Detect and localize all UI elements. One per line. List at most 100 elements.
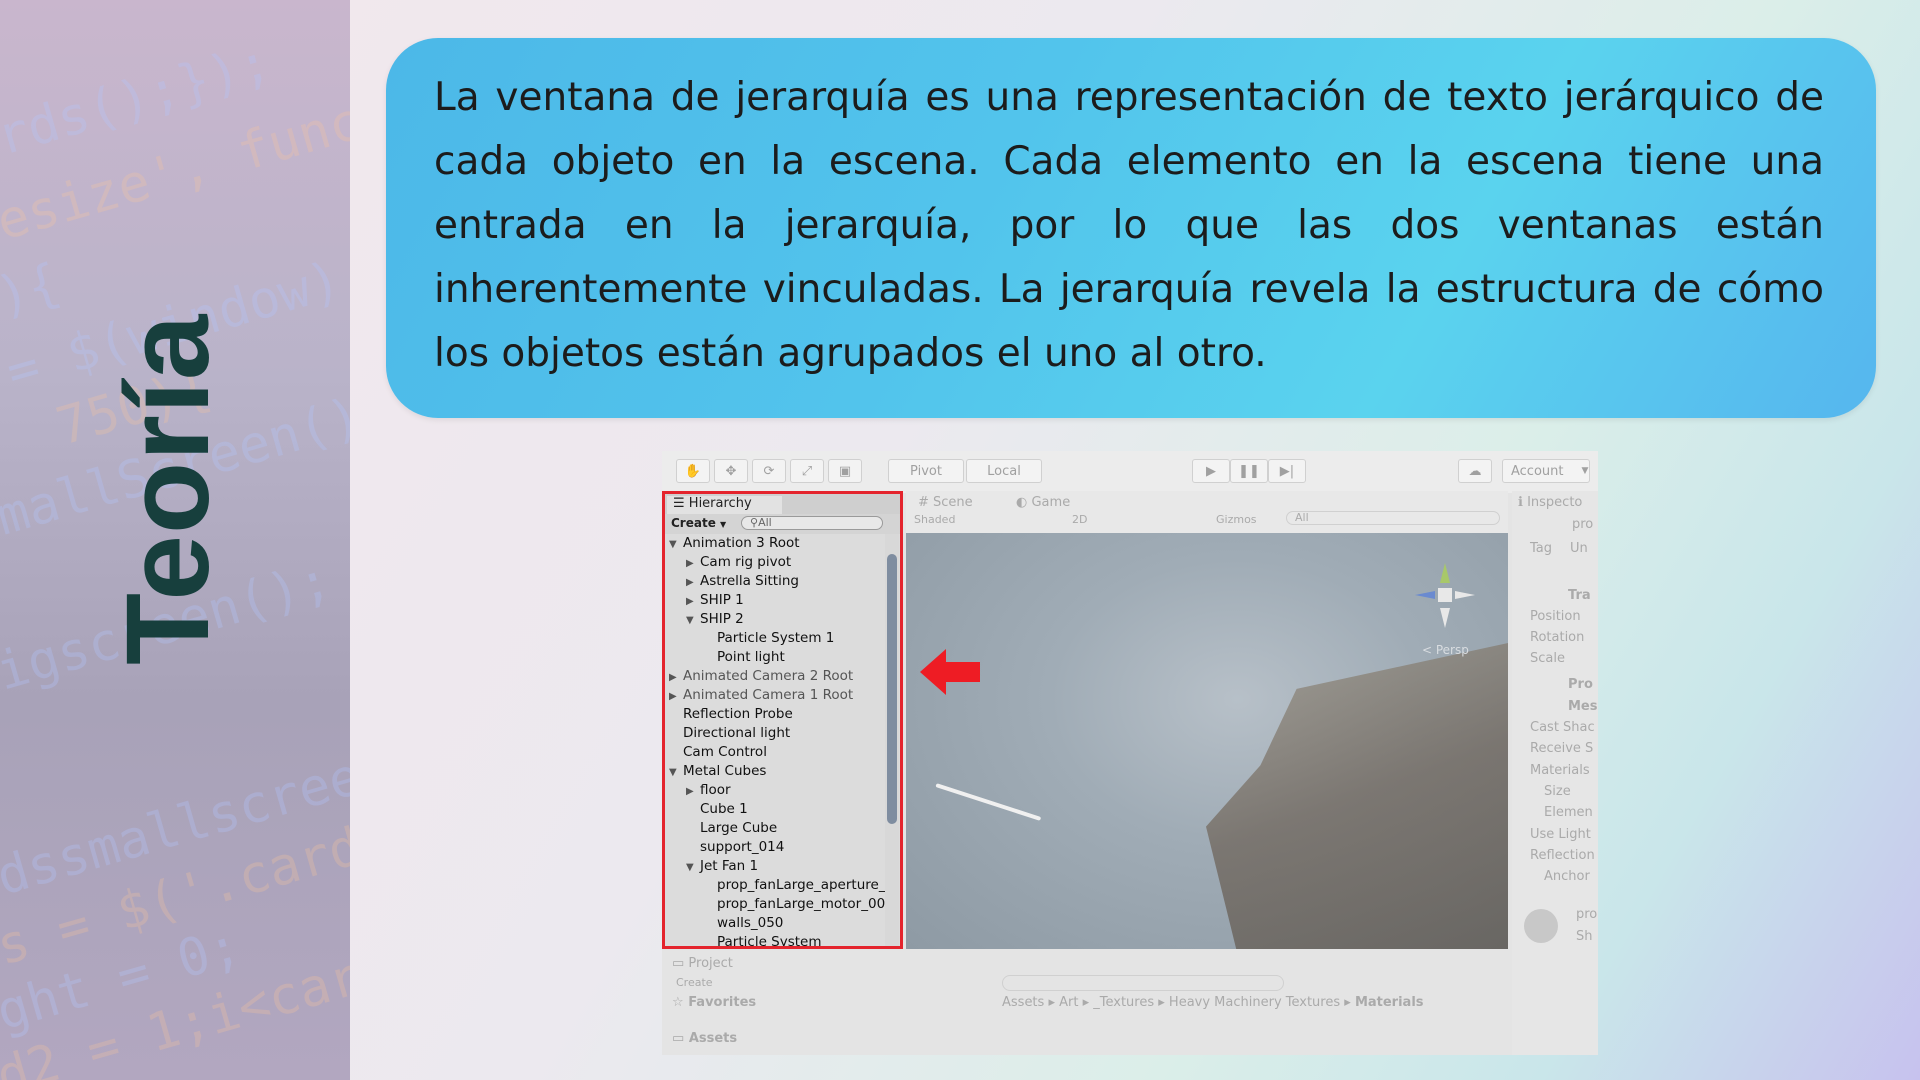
red-arrow-icon (920, 649, 980, 695)
hierarchy-item[interactable]: walls_050 (703, 914, 783, 933)
2d-toggle[interactable]: 2D (1072, 513, 1087, 526)
collapsed-arrow-icon[interactable]: ▶ (669, 687, 683, 706)
assets-item[interactable]: ▭ Assets (672, 1031, 737, 1046)
project-search-input[interactable] (1002, 975, 1284, 991)
move-icon: ✥ (725, 463, 737, 479)
collapsed-arrow-icon[interactable]: ▶ (686, 592, 700, 611)
tag-dropdown[interactable]: Un (1570, 541, 1588, 556)
hierarchy-item[interactable]: ▼ Jet Fan 1 (686, 857, 758, 876)
gizmos-dropdown[interactable]: Gizmos (1216, 513, 1257, 526)
hierarchy-item[interactable]: ▼ SHIP 2 (686, 610, 744, 629)
material-preview-sphere (1524, 909, 1558, 943)
expanded-arrow-icon[interactable]: ▼ (686, 611, 700, 630)
project-create-dropdown[interactable]: Create (676, 976, 713, 989)
materials-label[interactable]: Materials (1530, 763, 1590, 778)
hierarchy-item[interactable]: ▶ Animated Camera 1 Root (669, 686, 853, 705)
hierarchy-item-label: Animated Camera 2 Root (683, 668, 854, 684)
hierarchy-tree: ▼ Animation 3 Root ▶ Cam rig pivot ▶ Astrella… (665, 534, 885, 946)
rotate-tool-button[interactable]: ⟳ (752, 459, 786, 483)
scale-label: Scale (1530, 651, 1565, 666)
hierarchy-item[interactable]: ▼ Metal Cubes (669, 762, 766, 781)
hand-tool-button[interactable]: ✋ (676, 459, 710, 483)
move-tool-button[interactable]: ✥ (714, 459, 748, 483)
breadcrumb-item[interactable]: Art (1059, 995, 1078, 1010)
hierarchy-item[interactable]: ▶ Astrella Sitting (686, 572, 799, 591)
rotate-icon: ⟳ (763, 463, 775, 479)
hierarchy-item[interactable]: prop_fanLarge_aperture_ (703, 876, 885, 895)
grid-icon: # (918, 495, 934, 510)
cloud-icon: ☁ (1468, 463, 1482, 479)
hierarchy-item[interactable]: Particle System (703, 933, 822, 946)
breadcrumb-item[interactable]: Materials (1355, 995, 1424, 1010)
create-dropdown[interactable]: Create ▼ (671, 516, 726, 530)
step-icon: ▶| (1279, 463, 1295, 479)
scene-search-input[interactable]: All (1286, 511, 1500, 525)
perspective-label[interactable]: < Persp (1422, 643, 1469, 657)
shading-mode-dropdown[interactable]: Shaded (914, 513, 955, 526)
position-label: Position (1530, 609, 1581, 624)
hierarchy-item[interactable]: Directional light (669, 724, 790, 743)
pivot-button[interactable]: Pivot (888, 459, 964, 483)
collapsed-arrow-icon[interactable]: ▶ (686, 573, 700, 592)
object-name-field[interactable]: pro (1572, 517, 1593, 532)
collapsed-arrow-icon[interactable]: ▶ (669, 668, 683, 687)
account-dropdown[interactable]: Account ▼ (1502, 459, 1590, 483)
breadcrumb-item[interactable]: _Textures (1093, 995, 1154, 1010)
hierarchy-item[interactable]: ▶ floor (686, 781, 731, 800)
hierarchy-item-label: SHIP 2 (700, 611, 744, 627)
hierarchy-item-label: Cam rig pivot (700, 554, 792, 570)
collapsed-arrow-icon[interactable]: ▶ (686, 554, 700, 573)
hierarchy-item[interactable]: ▶ SHIP 1 (686, 591, 744, 610)
hierarchy-item[interactable]: support_014 (686, 838, 784, 857)
hierarchy-item[interactable]: ▶ Animated Camera 2 Root (669, 667, 853, 686)
hierarchy-item[interactable]: ▶ Cam rig pivot (686, 553, 791, 572)
hierarchy-item-label: SHIP 1 (700, 592, 744, 608)
hierarchy-item-label: Point light (717, 649, 785, 665)
inspector-tab[interactable]: ℹ Inspecto (1518, 495, 1582, 510)
scene-viewport[interactable]: < Persp (906, 533, 1508, 949)
hierarchy-item[interactable]: Particle System 1 (703, 629, 834, 648)
hierarchy-tab[interactable]: ☰ Hierarchy (667, 496, 782, 514)
cloud-button[interactable]: ☁ (1458, 459, 1492, 483)
hierarchy-item[interactable]: prop_fanLarge_motor_00 (703, 895, 885, 914)
project-tab[interactable]: ▭ Project (672, 956, 733, 971)
scale-tool-button[interactable]: ⤢ (790, 459, 824, 483)
hierarchy-toolbar: Create ▼ ⚲All (665, 514, 900, 534)
material-name-label: pro (1576, 907, 1598, 922)
list-icon: ☰ (673, 496, 689, 511)
expanded-arrow-icon[interactable]: ▼ (669, 763, 683, 782)
component-header[interactable]: Pro (1568, 677, 1593, 692)
step-button[interactable]: ▶| (1268, 459, 1306, 483)
hierarchy-item-label: support_014 (700, 839, 785, 855)
search-icon: ⚲ (750, 516, 759, 529)
hierarchy-search-input[interactable]: ⚲All (741, 516, 883, 530)
expanded-arrow-icon[interactable]: ▼ (686, 858, 700, 877)
collapsed-arrow-icon[interactable]: ▶ (686, 782, 700, 801)
hierarchy-item[interactable]: ▼ Animation 3 Root (669, 534, 800, 553)
expanded-arrow-icon[interactable]: ▼ (669, 535, 683, 554)
pause-button[interactable]: ❚❚ (1230, 459, 1268, 483)
favorites-item[interactable]: ☆ Favorites (672, 995, 756, 1010)
folder-icon: ▭ (672, 956, 689, 971)
rect-icon: ▣ (838, 463, 852, 479)
hierarchy-item-label: Large Cube (700, 820, 778, 836)
element-label: Elemen (1544, 805, 1593, 820)
hierarchy-scrollbar[interactable] (885, 534, 899, 946)
chevron-down-icon: ▼ (1581, 466, 1589, 476)
scroll-thumb[interactable] (887, 554, 897, 824)
scene-tab[interactable]: # Scene (918, 495, 973, 510)
hierarchy-item[interactable]: Large Cube (686, 819, 777, 838)
play-button[interactable]: ▶ (1192, 459, 1230, 483)
breadcrumb-item[interactable]: Assets (1002, 995, 1044, 1010)
axis-gizmo-icon[interactable] (1410, 553, 1480, 643)
breadcrumb-item[interactable]: Heavy Machinery Textures (1169, 995, 1340, 1010)
transform-header[interactable]: Tra (1568, 588, 1591, 603)
rect-tool-button[interactable]: ▣ (828, 459, 862, 483)
hierarchy-item[interactable]: Cube 1 (686, 800, 748, 819)
game-tab[interactable]: ◐ Game (1016, 495, 1070, 510)
hierarchy-item[interactable]: Point light (703, 648, 785, 667)
hierarchy-item[interactable]: Cam Control (669, 743, 767, 762)
mesh-renderer-header[interactable]: Mes (1568, 699, 1598, 714)
local-button[interactable]: Local (966, 459, 1042, 483)
hierarchy-item[interactable]: Reflection Probe (669, 705, 793, 724)
